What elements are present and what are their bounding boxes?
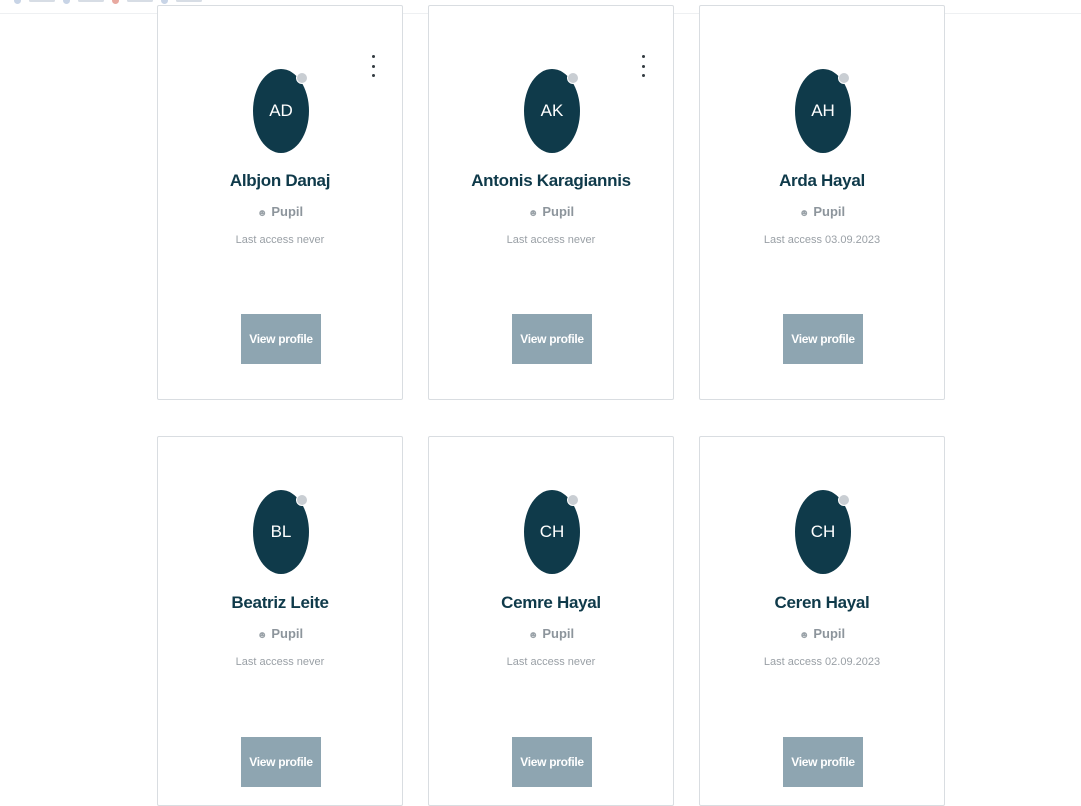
user-icon: ☻	[256, 630, 268, 641]
participant-card: CH Ceren Hayal ☻ Pupil Last access 02.09.…	[699, 436, 945, 806]
role-label: Pupil	[542, 204, 575, 219]
status-dot-icon	[296, 72, 308, 84]
participant-role: ☻ Pupil	[700, 204, 944, 219]
status-dot-icon	[567, 494, 579, 506]
role-label: Pupil	[542, 626, 575, 641]
view-profile-button[interactable]: View profile	[512, 314, 592, 364]
toolbar-dot-icon	[14, 0, 21, 4]
toolbar-link[interactable]	[127, 0, 153, 2]
role-label: Pupil	[271, 204, 304, 219]
status-dot-icon	[567, 72, 579, 84]
participant-name[interactable]: Antonis Karagiannis	[429, 171, 673, 191]
last-access: Last access never	[235, 234, 325, 246]
status-dot-icon	[838, 72, 850, 84]
toolbar-dot-icon	[112, 0, 119, 4]
role-label: Pupil	[813, 204, 846, 219]
avatar-initials: BL	[270, 522, 292, 541]
toolbar-strip	[14, 0, 202, 4]
user-icon: ☻	[527, 208, 539, 219]
more-vertical-icon[interactable]	[639, 55, 647, 77]
last-access: Last access 02.09.2023	[763, 656, 881, 668]
toolbar-link[interactable]	[29, 0, 55, 2]
toolbar-dot-icon	[161, 0, 168, 4]
toolbar-link[interactable]	[78, 0, 104, 2]
role-label: Pupil	[271, 626, 304, 641]
participant-role: ☻ Pupil	[429, 204, 673, 219]
view-profile-button[interactable]: View profile	[241, 314, 321, 364]
role-label: Pupil	[813, 626, 846, 641]
avatar-initials: AD	[269, 101, 293, 120]
participant-role: ☻ Pupil	[158, 204, 402, 219]
view-profile-button[interactable]: View profile	[512, 737, 592, 787]
participant-name[interactable]: Albjon Danaj	[158, 171, 402, 191]
status-dot-icon	[838, 494, 850, 506]
participant-card: AK Antonis Karagiannis ☻ Pupil Last acces…	[428, 5, 674, 400]
user-icon: ☻	[798, 630, 810, 641]
participant-role: ☻ Pupil	[700, 626, 944, 641]
last-access: Last access 03.09.2023	[763, 234, 881, 246]
participant-name[interactable]: Cemre Hayal	[429, 593, 673, 613]
avatar-initials: CH	[810, 522, 836, 541]
avatar-initials: AH	[811, 101, 835, 120]
participant-card: AH Arda Hayal ☻ Pupil Last access 03.09.2…	[699, 5, 945, 400]
status-dot-icon	[296, 494, 308, 506]
more-vertical-icon[interactable]	[369, 55, 377, 77]
avatar-initials: CH	[539, 522, 565, 541]
user-icon: ☻	[527, 630, 539, 641]
view-profile-button[interactable]: View profile	[241, 737, 321, 787]
user-icon: ☻	[798, 208, 810, 219]
view-profile-button[interactable]: View profile	[783, 314, 863, 364]
participant-card: BL Beatriz Leite ☻ Pupil Last access neve…	[157, 436, 403, 806]
last-access: Last access never	[235, 656, 325, 668]
user-icon: ☻	[256, 208, 268, 219]
participant-role: ☻ Pupil	[158, 626, 402, 641]
last-access: Last access never	[506, 234, 596, 246]
participant-name[interactable]: Arda Hayal	[700, 171, 944, 191]
participant-card: AD Albjon Danaj ☻ Pupil Last access never…	[157, 5, 403, 400]
participant-role: ☻ Pupil	[429, 626, 673, 641]
view-profile-button[interactable]: View profile	[783, 737, 863, 787]
participant-name[interactable]: Ceren Hayal	[700, 593, 944, 613]
toolbar-dot-icon	[63, 0, 70, 4]
participant-name[interactable]: Beatriz Leite	[158, 593, 402, 613]
last-access: Last access never	[506, 656, 596, 668]
avatar-initials: AK	[540, 101, 564, 120]
toolbar-link[interactable]	[176, 0, 202, 2]
participant-card: CH Cemre Hayal ☻ Pupil Last access never …	[428, 436, 674, 806]
